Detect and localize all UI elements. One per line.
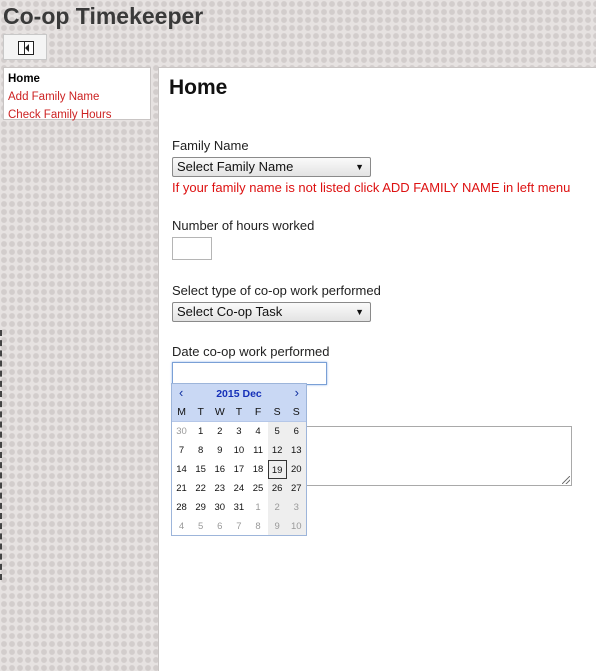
calendar-week-row: 21 22 23 24 25 26 27: [172, 479, 306, 498]
calendar-day[interactable]: 20: [286, 460, 306, 479]
page-title: Home: [169, 76, 228, 99]
calendar-day[interactable]: 30: [210, 498, 229, 517]
calendar-days-grid: 30 1 2 3 4 5 6 7 8 9 10 11 12 13 14 15 16 17 18 19 20 21 22 23 2…: [172, 422, 306, 535]
task-type-label: Select type of co-op work performed: [172, 283, 381, 298]
calendar-week-row: 14 15 16 17 18 19 20: [172, 460, 306, 479]
calendar-day[interactable]: 1: [249, 498, 268, 517]
calendar-day[interactable]: 24: [229, 479, 248, 498]
calendar-header: ‹ 2015 Dec ›: [172, 384, 306, 403]
calendar-day[interactable]: 6: [210, 517, 229, 535]
family-name-select-value: Select Family Name: [177, 159, 294, 174]
weekday-label: T: [197, 406, 204, 418]
weekday-label: S: [273, 406, 281, 418]
calendar-day[interactable]: 13: [286, 441, 306, 460]
calendar-week-row: 30 1 2 3 4 5 6: [172, 422, 306, 441]
calendar-day[interactable]: 8: [249, 517, 268, 535]
app-title: Co-op Timekeeper: [3, 3, 204, 29]
calendar-day[interactable]: 23: [210, 479, 229, 498]
calendar-weekday-row: M T W T F S S: [172, 403, 306, 422]
calendar-day[interactable]: 6: [286, 422, 306, 441]
calendar-day[interactable]: 5: [267, 422, 287, 441]
dashed-divider: [0, 330, 2, 580]
calendar-day[interactable]: 31: [229, 498, 248, 517]
calendar-day[interactable]: 2: [210, 422, 229, 441]
task-type-select-value: Select Co-op Task: [177, 304, 283, 319]
date-input[interactable]: [172, 362, 327, 385]
calendar-day[interactable]: 4: [249, 422, 268, 441]
calendar-day[interactable]: 19: [267, 460, 287, 479]
calendar-day[interactable]: 5: [191, 517, 210, 535]
sidebar-item-add-family-name[interactable]: Add Family Name: [8, 88, 150, 106]
sidebar-toggle-icon: [18, 41, 34, 55]
hours-input[interactable]: [172, 237, 212, 260]
calendar-week-row: 28 29 30 31 1 2 3: [172, 498, 306, 517]
calendar-day[interactable]: 9: [210, 441, 229, 460]
family-name-label: Family Name: [172, 138, 249, 153]
calendar-day[interactable]: 7: [172, 441, 191, 460]
calendar-week-row: 4 5 6 7 8 9 10: [172, 517, 306, 535]
dropdown-arrow-icon: ▼: [355, 307, 364, 317]
task-type-select[interactable]: Select Co-op Task ▼: [172, 302, 371, 322]
weekday-label: F: [254, 406, 262, 418]
calendar-day[interactable]: 14: [172, 460, 191, 479]
sidebar-menu: Home Add Family Name Check Family Hours: [3, 67, 151, 121]
calendar-day[interactable]: 10: [229, 441, 248, 460]
sidebar-item-check-family-hours[interactable]: Check Family Hours: [8, 106, 150, 124]
calendar-day[interactable]: 1: [191, 422, 210, 441]
date-picker-calendar: ‹ 2015 Dec › M T W T F S S 30 1 2 3 4 5 6 7 8 9 10…: [171, 383, 307, 536]
date-label: Date co-op work performed: [172, 344, 330, 359]
weekday-label: S: [292, 406, 300, 418]
calendar-month-label[interactable]: 2015 Dec: [172, 388, 306, 400]
calendar-week-row: 7 8 9 10 11 12 13: [172, 441, 306, 460]
calendar-day[interactable]: 18: [249, 460, 268, 479]
calendar-day[interactable]: 21: [172, 479, 191, 498]
calendar-day[interactable]: 22: [191, 479, 210, 498]
weekday-label: M: [177, 406, 186, 418]
calendar-day[interactable]: 10: [286, 517, 306, 535]
family-name-select[interactable]: Select Family Name ▼: [172, 157, 371, 177]
calendar-next-month-button[interactable]: ›: [295, 386, 299, 400]
calendar-day[interactable]: 3: [229, 422, 248, 441]
calendar-day[interactable]: 26: [267, 479, 287, 498]
main-panel: Home Family Name Select Family Name ▼ If…: [158, 67, 596, 671]
sidebar-toggle-button[interactable]: [3, 34, 47, 60]
calendar-day[interactable]: 28: [172, 498, 191, 517]
calendar-day[interactable]: 17: [229, 460, 248, 479]
calendar-day[interactable]: 11: [249, 441, 268, 460]
calendar-day[interactable]: 30: [172, 422, 191, 441]
notes-textarea[interactable]: [305, 426, 572, 486]
calendar-day[interactable]: 7: [229, 517, 248, 535]
family-hint-text: If your family name is not listed click …: [172, 180, 571, 195]
calendar-day[interactable]: 9: [267, 517, 287, 535]
calendar-day[interactable]: 27: [286, 479, 306, 498]
calendar-day[interactable]: 12: [267, 441, 287, 460]
dropdown-arrow-icon: ▼: [355, 162, 364, 172]
calendar-day[interactable]: 3: [286, 498, 306, 517]
resize-grip-icon[interactable]: [562, 476, 570, 484]
hours-label: Number of hours worked: [172, 218, 315, 233]
calendar-day[interactable]: 29: [191, 498, 210, 517]
calendar-day[interactable]: 8: [191, 441, 210, 460]
sidebar-item-home[interactable]: Home: [8, 70, 150, 88]
calendar-day[interactable]: 2: [267, 498, 287, 517]
calendar-day[interactable]: 16: [210, 460, 229, 479]
calendar-day[interactable]: 15: [191, 460, 210, 479]
calendar-day[interactable]: 25: [249, 479, 268, 498]
weekday-label: W: [214, 406, 225, 418]
calendar-day[interactable]: 4: [172, 517, 191, 535]
weekday-label: T: [235, 406, 243, 418]
